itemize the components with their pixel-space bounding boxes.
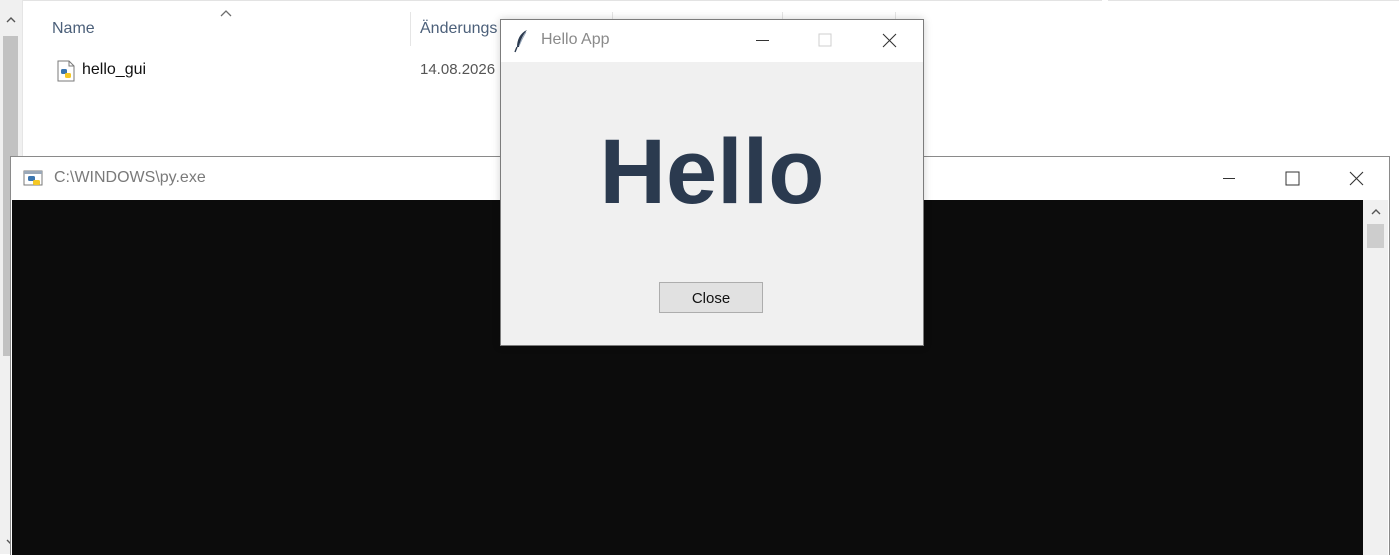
close-icon	[1349, 171, 1364, 186]
hello-heading: Hello	[599, 121, 825, 223]
console-title: C:\WINDOWS\py.exe	[54, 169, 206, 186]
minimize-icon	[756, 40, 769, 41]
feather-icon	[514, 29, 530, 53]
close-window-button[interactable]	[859, 20, 919, 62]
console-vertical-scrollbar[interactable]	[1363, 200, 1388, 555]
sort-ascending-icon	[220, 6, 232, 20]
maximize-icon	[1285, 171, 1300, 186]
minimize-icon	[1223, 178, 1235, 179]
close-window-button[interactable]	[1325, 157, 1389, 200]
hello-app-title: Hello App	[541, 31, 610, 48]
hello-app-titlebar[interactable]: Hello App	[501, 20, 923, 62]
minimize-button[interactable]	[1197, 157, 1261, 200]
file-name: hello_gui	[82, 61, 147, 78]
maximize-icon	[818, 33, 832, 47]
maximize-button[interactable]	[1261, 157, 1325, 200]
column-separator[interactable]	[410, 12, 411, 46]
file-modified-date: 14.08.2026	[420, 61, 496, 78]
scrollbar-thumb[interactable]	[1367, 224, 1384, 248]
top-divider	[0, 0, 1399, 1]
maximize-button	[795, 20, 855, 62]
close-icon	[882, 33, 897, 48]
python-icon	[23, 169, 45, 189]
chevron-up-icon[interactable]	[1366, 206, 1385, 220]
column-header-name[interactable]: Name	[52, 12, 95, 46]
chevron-up-icon[interactable]	[2, 10, 20, 28]
hello-app-window[interactable]: Hello App Hello Close	[500, 19, 924, 346]
close-button[interactable]: Close	[659, 282, 763, 313]
column-header-modified[interactable]: Änderungs	[420, 12, 497, 46]
minimize-button[interactable]	[733, 20, 793, 62]
python-file-icon	[57, 60, 75, 82]
